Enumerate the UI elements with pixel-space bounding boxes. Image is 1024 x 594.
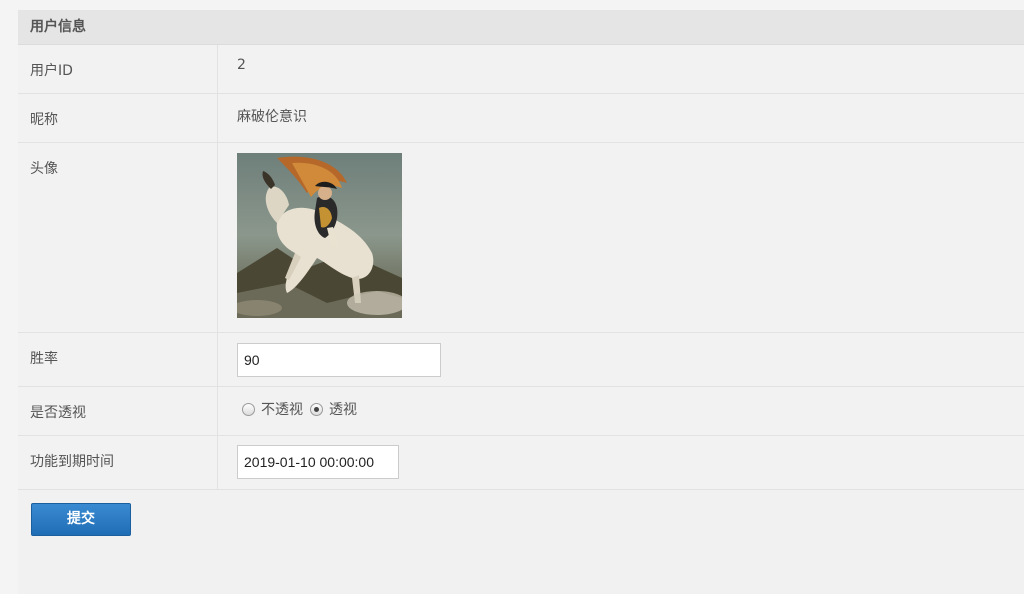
panel-title: 用户信息 xyxy=(18,10,1024,45)
nickname-value: 麻破伦意识 xyxy=(237,109,307,125)
submit-button[interactable]: 提交 xyxy=(31,503,131,536)
radio-no-see-through-label[interactable]: 不透视 xyxy=(261,399,303,419)
avatar xyxy=(237,153,402,318)
win-rate-input[interactable] xyxy=(237,343,441,377)
row-win-rate: 胜率 xyxy=(18,333,1024,387)
expire-time-cell xyxy=(218,436,1024,489)
row-see-through: 是否透视 不透视 透视 xyxy=(18,387,1024,436)
user-id-label: 用户ID xyxy=(18,45,218,93)
user-info-panel: 用户信息 用户ID 2 昵称 麻破伦意识 头像 胜率 90 是否透视 不透视 透… xyxy=(18,10,1024,490)
win-rate-label: 胜率 xyxy=(18,333,218,386)
see-through-radio-group: 不透视 透视 xyxy=(242,399,1024,419)
expire-time-label: 功能到期时间 xyxy=(18,436,218,489)
radio-no-see-through[interactable] xyxy=(242,402,255,416)
left-strip xyxy=(0,0,18,594)
page: 用户信息 用户ID 2 昵称 麻破伦意识 头像 胜率 90 是否透视 不透视 透… xyxy=(0,0,1024,594)
avatar-label: 头像 xyxy=(18,143,218,332)
row-user-id: 用户ID 2 xyxy=(18,45,1024,94)
user-id-value: 2 xyxy=(237,57,246,73)
row-avatar: 头像 xyxy=(18,143,1024,333)
radio-see-through-label[interactable]: 透视 xyxy=(329,399,357,419)
avatar-cell xyxy=(218,143,1024,332)
row-nickname: 昵称 麻破伦意识 xyxy=(18,94,1024,143)
win-rate-cell xyxy=(218,333,1024,386)
radio-see-through[interactable] xyxy=(310,402,323,416)
nickname-label: 昵称 xyxy=(18,94,218,142)
row-expire-time: 功能到期时间 xyxy=(18,436,1024,490)
see-through-cell: 不透视 透视 xyxy=(218,387,1024,435)
top-strip xyxy=(0,0,1024,10)
see-through-label: 是否透视 xyxy=(18,387,218,435)
expire-time-input[interactable] xyxy=(237,445,399,479)
